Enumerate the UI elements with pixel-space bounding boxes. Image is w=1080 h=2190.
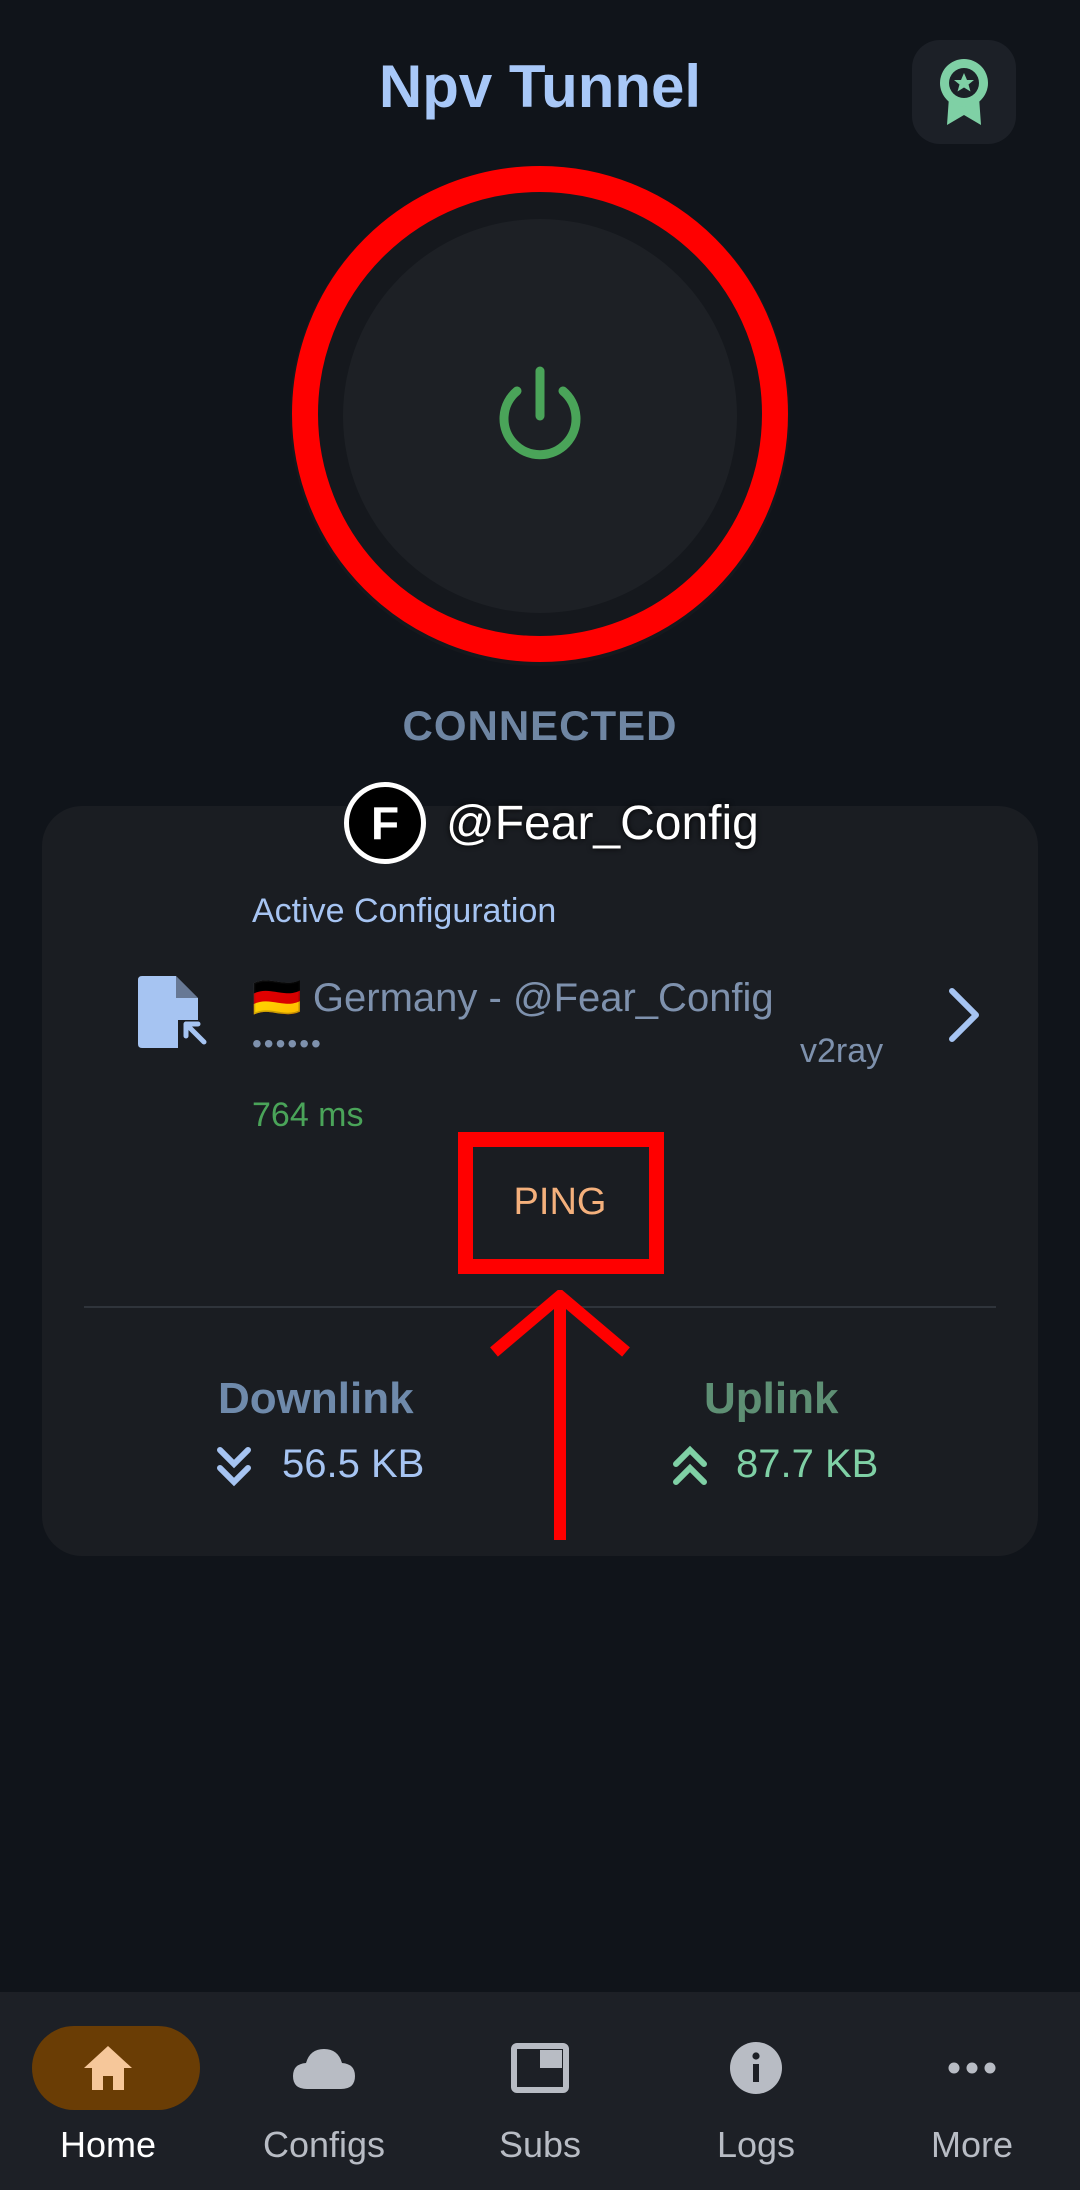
subscriptions-icon bbox=[432, 2038, 648, 2098]
info-icon bbox=[648, 2038, 864, 2098]
bottom-navigation: Home Configs Subs Logs More bbox=[0, 1992, 1080, 2190]
annotation-arrow bbox=[480, 1288, 640, 1551]
config-masked-address: •••••• bbox=[252, 1028, 323, 1059]
watermark-text: @Fear_Config bbox=[446, 796, 759, 850]
nav-label-more: More bbox=[930, 2124, 1014, 2165]
uplink-value: 87.7 KB bbox=[736, 1442, 879, 1486]
nav-label-home: Home bbox=[59, 2124, 157, 2165]
more-icon bbox=[864, 2038, 1080, 2098]
chevron-double-down-icon bbox=[212, 1442, 256, 1495]
nav-item-subs[interactable]: Subs bbox=[432, 1992, 648, 2190]
uplink-label: Uplink bbox=[704, 1374, 839, 1423]
file-link-icon bbox=[138, 976, 210, 1057]
nav-item-home[interactable]: Home bbox=[0, 1992, 216, 2190]
downlink-value: 56.5 KB bbox=[282, 1442, 425, 1486]
nav-label-logs: Logs bbox=[716, 2124, 796, 2165]
latency-value: 764 ms bbox=[252, 1096, 364, 1134]
watermark-logo: F bbox=[344, 782, 426, 864]
nav-item-more[interactable]: More bbox=[864, 1992, 1080, 2190]
annotation-box bbox=[458, 1132, 664, 1274]
chevron-double-up-icon bbox=[668, 1442, 712, 1495]
downlink-label: Downlink bbox=[218, 1374, 414, 1423]
chevron-right-icon[interactable] bbox=[940, 985, 986, 1050]
nav-label-subs: Subs bbox=[498, 2124, 582, 2165]
nav-label-configs: Configs bbox=[262, 2124, 386, 2165]
connection-status: CONNECTED bbox=[402, 702, 678, 749]
premium-badge-button[interactable] bbox=[912, 40, 1016, 144]
home-icon bbox=[0, 2038, 216, 2098]
nav-item-logs[interactable]: Logs bbox=[648, 1992, 864, 2190]
watermark: F @Fear_Config bbox=[344, 780, 759, 866]
power-button[interactable] bbox=[343, 219, 737, 613]
nav-item-configs[interactable]: Configs bbox=[216, 1992, 432, 2190]
cloud-icon bbox=[216, 2038, 432, 2098]
active-configuration-label: Active Configuration bbox=[252, 892, 557, 930]
config-protocol-type: v2ray bbox=[800, 1032, 884, 1070]
config-name[interactable]: 🇩🇪 Germany - @Fear_Config bbox=[252, 974, 774, 1021]
power-icon bbox=[499, 366, 581, 460]
award-badge-icon bbox=[940, 59, 988, 125]
